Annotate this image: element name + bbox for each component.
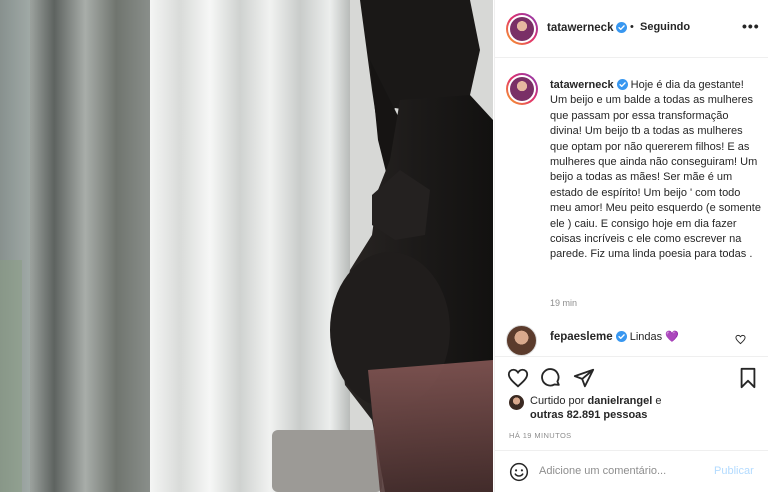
commenter-avatar[interactable]: [506, 325, 537, 356]
bookmark-icon[interactable]: [738, 367, 758, 389]
caption-time[interactable]: 19 min: [550, 298, 577, 308]
verified-badge-icon: [616, 79, 628, 90]
commenter-username[interactable]: fepaesleme: [550, 331, 627, 343]
caption-username[interactable]: tatawerneck: [550, 79, 628, 91]
add-comment-bar: Publicar: [495, 450, 768, 492]
comment-like-icon[interactable]: [735, 334, 746, 345]
post-photo[interactable]: [0, 0, 493, 492]
publish-button[interactable]: Publicar: [714, 465, 754, 477]
caption-text: tatawerneck Hoje é dia da gestante! Um b…: [550, 78, 762, 263]
comment-body: Lindas: [629, 331, 663, 343]
more-options-icon[interactable]: •••: [742, 18, 760, 34]
liker-username[interactable]: danielrangel: [587, 395, 652, 407]
post-image: [0, 0, 493, 492]
verified-badge-icon: [615, 331, 627, 342]
liker-avatar[interactable]: [509, 395, 524, 410]
action-bar: [495, 356, 768, 396]
post-header: tatawerneck • Seguindo •••: [495, 0, 768, 58]
emoji-smile-icon[interactable]: [509, 462, 529, 482]
liked-by-prefix: Curtido por: [530, 395, 585, 407]
likes-section: Curtido por danielrangel e outras 82.891…: [495, 392, 768, 428]
comment-text: fepaesleme Lindas 💜: [550, 330, 679, 343]
author-avatar[interactable]: [506, 13, 538, 45]
header-separator: •: [630, 21, 634, 33]
likes-count[interactable]: outras 82.891 pessoas: [530, 409, 647, 421]
paper-plane-icon[interactable]: [573, 367, 595, 389]
purple-heart-emoji: 💜: [665, 331, 679, 343]
caption-body: Hoje é dia da gestante! Um beijo e um ba…: [550, 79, 761, 261]
heart-icon[interactable]: [507, 367, 529, 389]
liked-by-line: Curtido por danielrangel e: [530, 395, 661, 407]
comment-input[interactable]: [539, 465, 704, 477]
post-side-panel: tatawerneck • Seguindo ••• tatawerneck H…: [494, 0, 768, 492]
post-timestamp[interactable]: HÁ 19 MINUTOS: [509, 431, 572, 440]
verified-badge-icon: [616, 22, 628, 33]
comments-list[interactable]: tatawerneck Hoje é dia da gestante! Um b…: [495, 58, 768, 356]
comment-bubble-icon[interactable]: [540, 367, 562, 389]
following-button[interactable]: Seguindo: [640, 21, 690, 33]
caption-avatar[interactable]: [506, 73, 538, 105]
author-username[interactable]: tatawerneck: [547, 22, 628, 34]
liked-by-connector: e: [655, 395, 662, 407]
